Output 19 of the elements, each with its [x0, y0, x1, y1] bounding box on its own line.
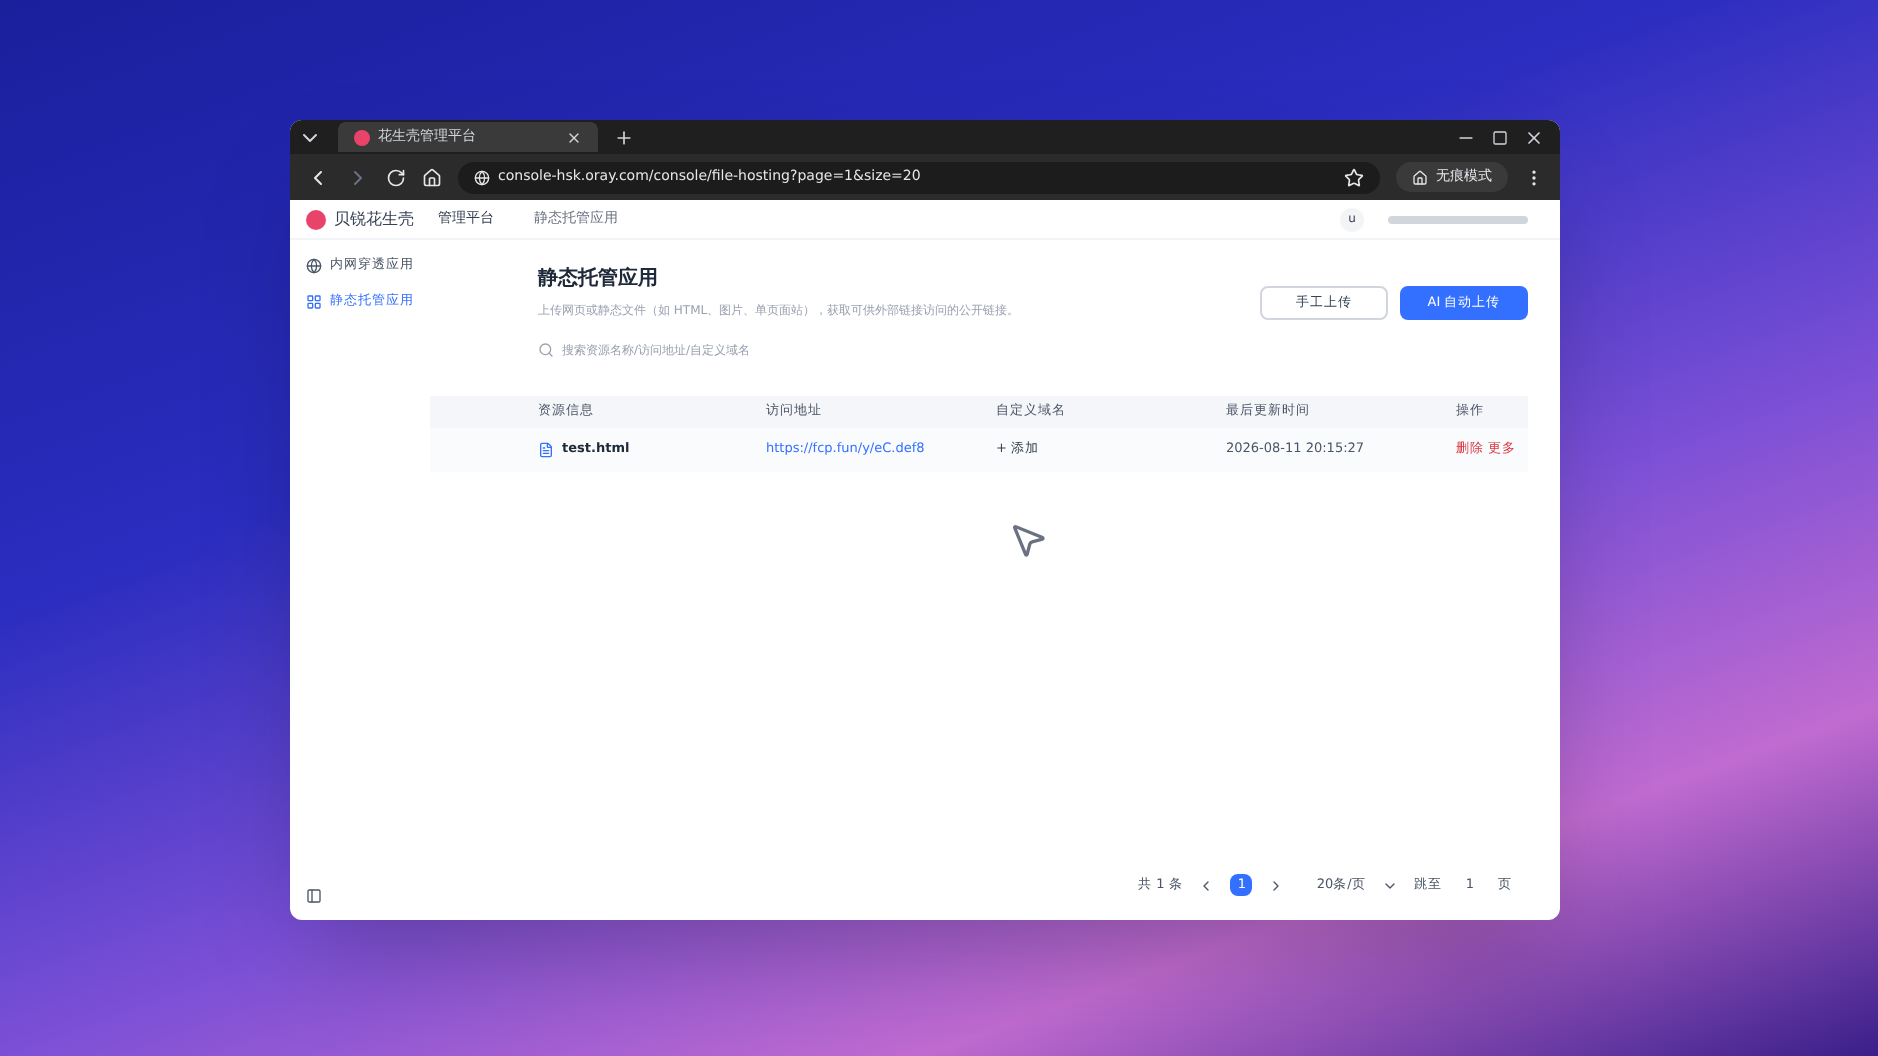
bookmark-icon[interactable] [1344, 167, 1364, 187]
reload-icon[interactable] [386, 167, 406, 187]
mouse-cursor-icon [1008, 520, 1048, 560]
grid-icon [306, 293, 322, 310]
maximize-icon[interactable] [1492, 129, 1508, 145]
search-icon [538, 342, 554, 358]
close-icon[interactable] [1524, 127, 1544, 147]
close-icon[interactable] [566, 129, 582, 145]
brand-name: 贝锐花生壳 [334, 207, 414, 231]
account-placeholder [1388, 215, 1528, 223]
site-info-icon [474, 169, 490, 185]
home-icon[interactable] [422, 167, 442, 187]
logo-icon [306, 209, 326, 229]
page-title: 静态托管应用 [538, 264, 660, 294]
collapse-sidebar-icon[interactable] [306, 888, 322, 904]
network-icon [306, 257, 322, 274]
file-icon [538, 442, 554, 458]
tab-favicon-icon [354, 129, 370, 145]
new-tab-icon[interactable] [614, 127, 634, 147]
